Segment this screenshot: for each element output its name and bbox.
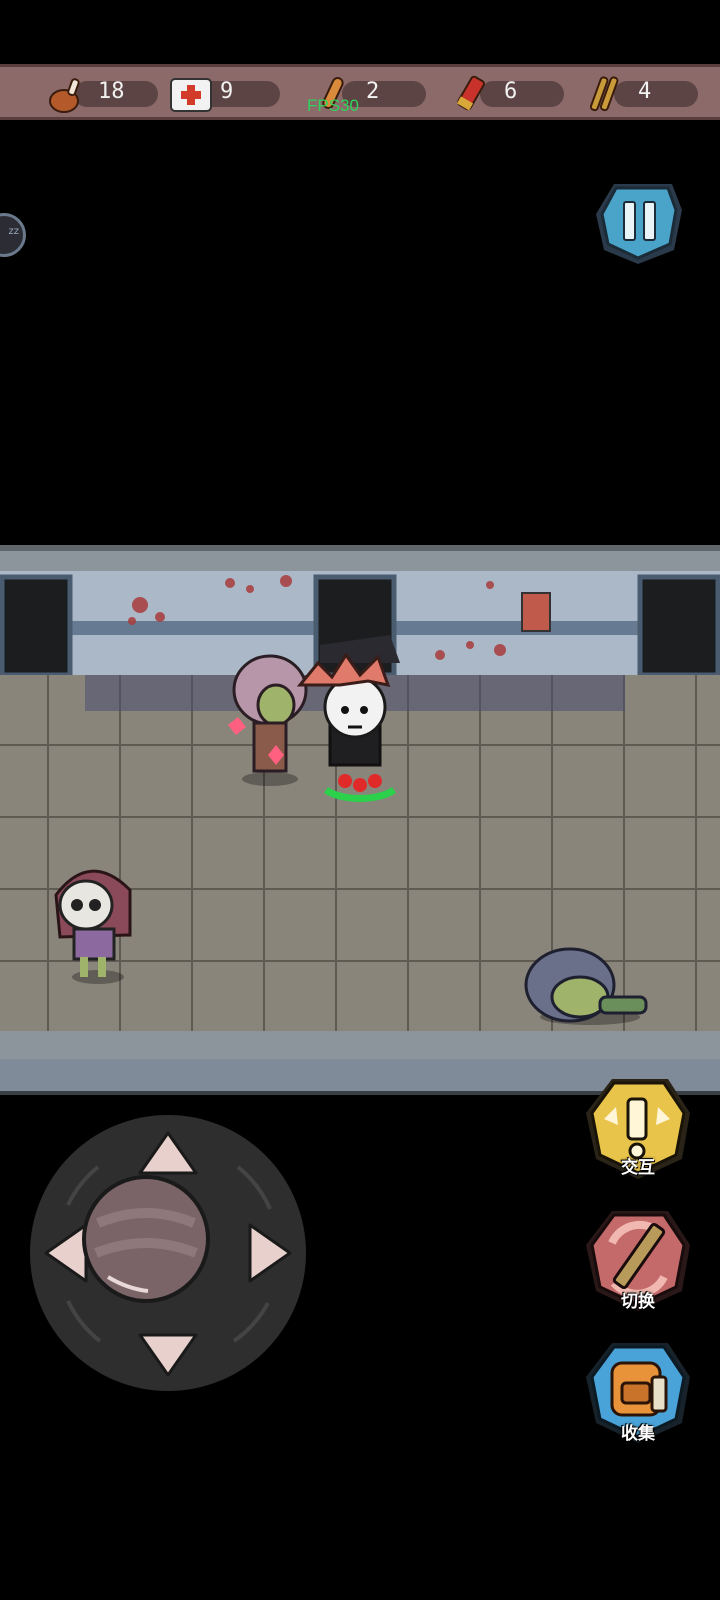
switch-label: 切换 (621, 1292, 655, 1312)
medkit-count: 9 (220, 79, 234, 104)
shotgun-shell-icon (456, 75, 485, 111)
resource-bar: 18 9 2 6 4 (0, 64, 720, 120)
collect-button[interactable]: 收集 (582, 1337, 694, 1449)
medkit-icon (170, 78, 212, 112)
collect-label: 收集 (621, 1424, 655, 1444)
virtual-joystick[interactable] (28, 1113, 308, 1393)
fps-counter: FPS30 (307, 96, 359, 115)
rifle-ammo-count: 4 (638, 79, 652, 104)
shotgun-shell-count: 6 (504, 79, 518, 104)
side-tab-label: zz (8, 226, 20, 237)
meat-drumstick-icon (49, 78, 80, 113)
game-scene (0, 545, 720, 1095)
food-count: 18 (98, 79, 125, 104)
interact-label: 交互 (621, 1158, 655, 1178)
rifle-ammo-icon (589, 76, 619, 112)
pause-button[interactable] (594, 180, 684, 266)
side-tab[interactable]: zz (0, 213, 26, 257)
bullet-count: 2 (366, 79, 380, 104)
exit-sign (521, 592, 551, 632)
switch-weapon-button[interactable]: 切换 (582, 1205, 694, 1317)
interact-button[interactable]: 交互 (582, 1073, 694, 1185)
